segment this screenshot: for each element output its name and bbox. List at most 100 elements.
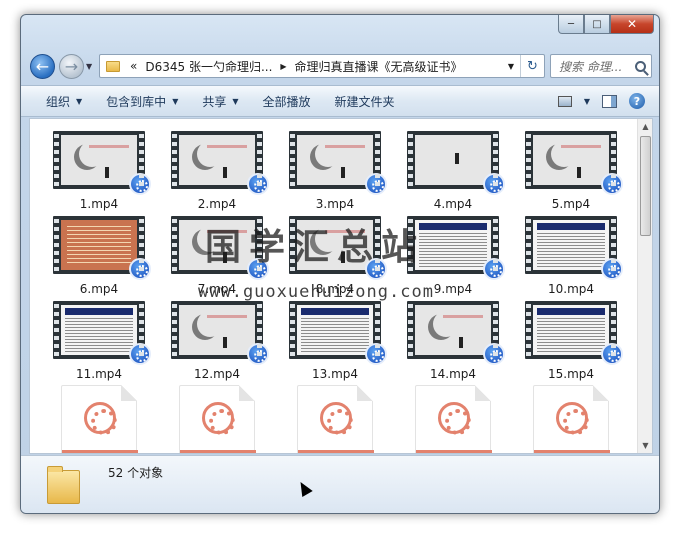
video-thumbnail-item[interactable]: 2.mp4 xyxy=(162,131,272,211)
video-thumbnail xyxy=(171,131,269,195)
video-thumbnail xyxy=(53,301,151,365)
video-thumbnail xyxy=(289,301,387,365)
video-file-icon xyxy=(533,385,610,453)
back-arrow-icon: ← xyxy=(35,57,50,76)
video-thumbnail-item[interactable]: 10.mp4 xyxy=(516,216,626,296)
view-options-dropdown[interactable]: ▼ xyxy=(584,97,590,106)
video-thumbnail-item[interactable]: 13.mp4 xyxy=(280,301,390,381)
breadcrumb-current[interactable]: 命理归真直播课《无高级证书》 xyxy=(291,58,467,75)
video-thumbnail-item[interactable]: 1.mp4 xyxy=(44,131,154,211)
search-icon[interactable] xyxy=(635,60,646,72)
scroll-thumb[interactable] xyxy=(640,136,651,236)
video-thumbnail xyxy=(407,301,505,365)
file-name-label: 13.mp4 xyxy=(311,367,359,381)
preview-pane-icon[interactable] xyxy=(602,94,617,108)
media-player-icon xyxy=(247,173,269,195)
media-player-icon xyxy=(365,343,387,365)
folder-icon xyxy=(106,60,120,72)
video-file-item[interactable] xyxy=(280,385,390,453)
file-name-label: 10.mp4 xyxy=(547,282,595,296)
forward-arrow-icon: → xyxy=(64,57,79,76)
video-file-icon xyxy=(297,385,374,453)
watermark-url: www.guoxuehuizong.com xyxy=(198,282,434,302)
command-bar: 组织 ▼ 包含到库中 ▼ 共享 ▼ 全部播放 新建文件夹 ▼ ? xyxy=(21,85,659,117)
video-file-item[interactable] xyxy=(516,385,626,453)
caption-buttons: ─ □ ✕ xyxy=(558,15,654,34)
file-name-label: 14.mp4 xyxy=(429,367,477,381)
video-file-icon xyxy=(179,385,256,453)
video-thumbnail-item[interactable]: 3.mp4 xyxy=(280,131,390,211)
video-thumbnail xyxy=(171,301,269,365)
video-thumbnail xyxy=(407,131,505,195)
address-dropdown[interactable]: ▼ xyxy=(502,62,520,71)
media-player-icon xyxy=(483,343,505,365)
toolbar-right: ▼ ? xyxy=(557,93,659,109)
media-player-icon xyxy=(601,258,623,280)
file-name-label: 15.mp4 xyxy=(547,367,595,381)
file-name-label: 6.mp4 xyxy=(79,282,119,296)
share-menu[interactable]: 共享 ▼ xyxy=(190,93,250,110)
close-button[interactable]: ✕ xyxy=(610,15,654,34)
play-all-button[interactable]: 全部播放 xyxy=(251,93,323,110)
maximize-button[interactable]: □ xyxy=(584,15,610,34)
details-pane: 52 个对象 xyxy=(21,455,659,513)
file-name-label: 2.mp4 xyxy=(197,197,237,211)
breadcrumb-parent[interactable]: D6345 张一勺命理归... xyxy=(141,58,276,75)
folder-large-icon xyxy=(47,466,80,504)
video-thumbnail-item[interactable]: 12.mp4 xyxy=(162,301,272,381)
new-folder-button[interactable]: 新建文件夹 xyxy=(323,93,407,110)
video-thumbnail xyxy=(289,131,387,195)
watermark-title: 国学汇总站 xyxy=(205,227,426,268)
scroll-down-icon[interactable]: ▼ xyxy=(638,438,652,453)
refresh-icon: ↻ xyxy=(527,58,538,74)
video-file-icon xyxy=(415,385,492,453)
include-in-library-menu[interactable]: 包含到库中 ▼ xyxy=(94,93,190,110)
search-placeholder: 搜索 命理... xyxy=(559,59,623,74)
video-thumbnail xyxy=(525,216,623,280)
media-player-icon xyxy=(129,173,151,195)
video-file-icon xyxy=(61,385,138,453)
change-view-icon[interactable] xyxy=(557,95,572,107)
scroll-up-icon[interactable]: ▲ xyxy=(638,119,652,134)
media-player-icon xyxy=(129,258,151,280)
item-count: 52 个对象 xyxy=(108,466,164,480)
file-name-label: 12.mp4 xyxy=(193,367,241,381)
recent-pages-dropdown[interactable]: ▼ xyxy=(86,62,92,71)
video-thumbnail-item[interactable]: 4.mp4 xyxy=(398,131,508,211)
video-file-item[interactable] xyxy=(398,385,508,453)
search-input[interactable]: 搜索 命理... xyxy=(550,54,652,78)
breadcrumb-overflow[interactable]: « xyxy=(126,59,141,73)
video-thumbnail-item[interactable]: 14.mp4 xyxy=(398,301,508,381)
file-name-label: 11.mp4 xyxy=(75,367,123,381)
media-player-icon xyxy=(483,173,505,195)
file-name-label: 4.mp4 xyxy=(433,197,473,211)
video-thumbnail-item[interactable]: 15.mp4 xyxy=(516,301,626,381)
breadcrumb-separator[interactable]: ▶ xyxy=(276,62,290,71)
video-file-item[interactable] xyxy=(162,385,272,453)
file-name-label: 1.mp4 xyxy=(79,197,119,211)
organize-menu[interactable]: 组织 ▼ xyxy=(21,93,94,110)
video-thumbnail-item[interactable]: 6.mp4 xyxy=(44,216,154,296)
video-thumbnail-item[interactable]: 5.mp4 xyxy=(516,131,626,211)
video-thumbnail-item[interactable]: 11.mp4 xyxy=(44,301,154,381)
video-thumbnail xyxy=(53,216,151,280)
refresh-button[interactable]: ↻ xyxy=(520,55,544,77)
media-player-icon xyxy=(483,258,505,280)
address-bar[interactable]: « D6345 张一勺命理归... ▶ 命理归真直播课《无高级证书》 ▼ ↻ xyxy=(99,54,545,78)
media-player-icon xyxy=(129,343,151,365)
media-player-icon xyxy=(601,173,623,195)
file-name-label: 3.mp4 xyxy=(315,197,355,211)
minimize-button[interactable]: ─ xyxy=(558,15,584,34)
back-button[interactable]: ← xyxy=(30,54,55,79)
video-thumbnail xyxy=(525,301,623,365)
file-name-label: 5.mp4 xyxy=(551,197,591,211)
video-thumbnail xyxy=(525,131,623,195)
vertical-scrollbar[interactable]: ▲ ▼ xyxy=(637,119,652,453)
video-file-item[interactable] xyxy=(44,385,154,453)
help-icon[interactable]: ? xyxy=(629,93,645,109)
media-player-icon xyxy=(365,173,387,195)
media-player-icon xyxy=(601,343,623,365)
video-thumbnail xyxy=(53,131,151,195)
media-player-icon xyxy=(247,343,269,365)
forward-button[interactable]: → xyxy=(59,54,84,79)
